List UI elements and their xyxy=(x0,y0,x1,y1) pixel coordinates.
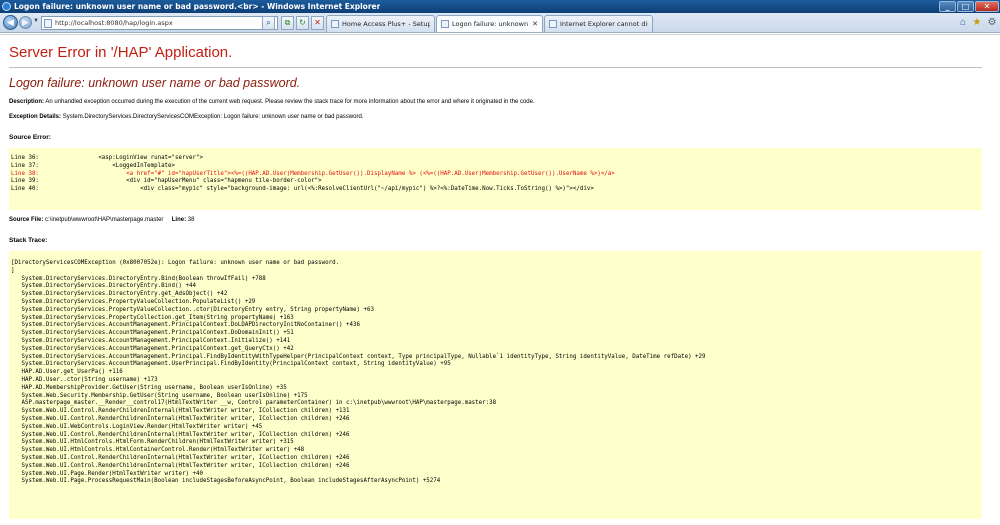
exception-details: Exception Details: System.DirectoryServi… xyxy=(9,114,991,120)
tab-label: Home Access Plus+ - Setup xyxy=(342,20,430,28)
address-url[interactable]: http://localhost:8080/hap/login.aspx xyxy=(55,19,277,27)
close-window-button[interactable]: ✕ xyxy=(975,1,999,12)
exception-label: Exception Details: xyxy=(9,114,62,120)
window-title: Logon failure: unknown user name or bad … xyxy=(14,2,381,11)
address-bar[interactable]: http://localhost:8080/hap/login.aspx xyxy=(41,16,278,30)
error-title: Logon failure: unknown user name or bad … xyxy=(9,76,301,90)
minimize-button[interactable]: _ xyxy=(939,1,956,12)
source-file-path: c:\inetpub\wwwroot\HAP\masterpage.master xyxy=(45,217,164,223)
source-line: Line 37: <LoggedInTemplate> xyxy=(11,162,176,169)
tab-page-icon xyxy=(331,20,339,28)
source-line: Line 40: <div class="mypic" style="backg… xyxy=(11,186,594,193)
description: Description: An unhandled exception occu… xyxy=(9,99,991,105)
tab-label: Logon failure: unknown user... xyxy=(452,20,529,28)
source-line: Line 36: <asp:LoginView runat="server"> xyxy=(11,155,203,161)
source-error-label: Source Error: xyxy=(9,134,51,141)
favorites-icon[interactable]: ★ xyxy=(970,16,984,30)
divider xyxy=(9,67,982,68)
window-controls: _ □ ✕ xyxy=(939,0,1000,13)
compatibility-view-icon[interactable]: ⧉ xyxy=(281,16,294,30)
line-number: 38 xyxy=(187,217,195,223)
source-file-info: Source File: c:\inetpub\wwwroot\HAP\mast… xyxy=(9,217,991,223)
forward-button[interactable]: ▶ xyxy=(19,16,32,29)
source-error-box[interactable]: Line 36: <asp:LoginView runat="server"> L… xyxy=(9,148,982,210)
tab-logon-failure[interactable]: Logon failure: unknown user... ✕ xyxy=(436,15,543,32)
browser-toolbar: ◀ ▶ ▼ http://localhost:8080/hap/login.as… xyxy=(0,13,1000,33)
tab-page-icon xyxy=(549,20,557,28)
page-content: Server Error in '/HAP' Application. Logo… xyxy=(0,34,1000,525)
back-button[interactable]: ◀ xyxy=(3,15,18,30)
line-label: Line: xyxy=(171,217,187,223)
tools-gear-icon[interactable]: ⚙ xyxy=(985,16,999,30)
home-icon[interactable]: ⌂ xyxy=(956,16,970,30)
source-line: Line 39: <div id="hapUserMenu" class="ha… xyxy=(11,178,322,185)
source-line-highlighted: Line 38: <a href="#" id="hapUserTitle"><… xyxy=(11,170,615,177)
recent-pages-dropdown-icon[interactable]: ▼ xyxy=(33,18,39,24)
tab-home-access-setup[interactable]: Home Access Plus+ - Setup xyxy=(326,15,435,32)
stop-icon[interactable]: ✕ xyxy=(311,16,324,30)
tab-label: Internet Explorer cannot displa... xyxy=(560,20,648,28)
stack-trace-box[interactable]: [DirectoryServicesCOMException (0x800705… xyxy=(9,251,982,519)
source-file-label: Source File: xyxy=(9,217,44,223)
tab-ie-cannot-display[interactable]: Internet Explorer cannot displa... xyxy=(544,15,653,32)
maximize-button[interactable]: □ xyxy=(957,1,974,12)
tab-page-icon xyxy=(441,20,449,28)
description-label: Description: xyxy=(9,99,45,105)
exception-text: System.DirectoryServices.DirectoryServic… xyxy=(62,114,364,120)
ie-logo-icon xyxy=(2,2,11,11)
tab-close-icon[interactable]: ✕ xyxy=(532,20,538,28)
stack-trace-label: Stack Trace: xyxy=(9,237,48,244)
page-icon xyxy=(44,18,52,28)
window-titlebar: Logon failure: unknown user name or bad … xyxy=(0,0,1000,13)
page-title: Server Error in '/HAP' Application. xyxy=(9,44,233,61)
description-text: An unhandled exception occurred during t… xyxy=(45,99,535,105)
search-icon[interactable]: ⌕ xyxy=(262,16,275,30)
refresh-icon[interactable]: ↻ xyxy=(296,16,309,30)
